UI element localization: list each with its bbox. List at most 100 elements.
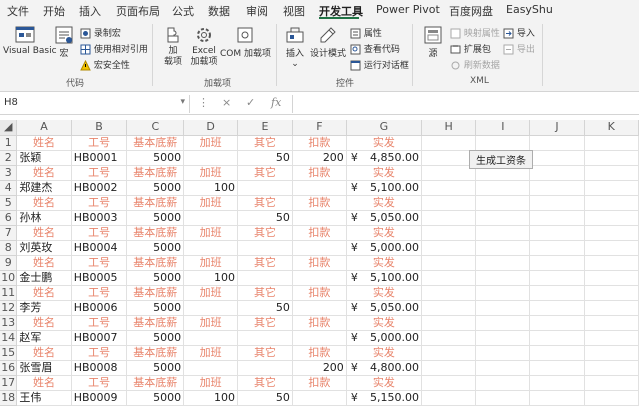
empty-cell[interactable] bbox=[529, 195, 585, 211]
empty-cell[interactable] bbox=[584, 285, 639, 301]
overtime-cell[interactable] bbox=[183, 330, 239, 346]
deduction-cell[interactable] bbox=[292, 180, 347, 196]
empty-cell[interactable] bbox=[421, 285, 477, 301]
employee-id-cell[interactable]: HB0004 bbox=[71, 240, 128, 256]
row-header[interactable]: 16 bbox=[0, 360, 18, 376]
empty-cell[interactable] bbox=[529, 165, 585, 181]
empty-cell[interactable] bbox=[475, 345, 531, 361]
row-header[interactable]: 5 bbox=[0, 195, 18, 211]
header-label-cell[interactable]: 工号 bbox=[71, 315, 128, 331]
header-label-cell[interactable]: 姓名 bbox=[16, 225, 72, 241]
header-label-cell[interactable]: 其它 bbox=[237, 345, 293, 361]
header-label-cell[interactable]: 工号 bbox=[71, 195, 128, 211]
enter-icon[interactable]: ✓ bbox=[246, 96, 255, 109]
empty-cell[interactable] bbox=[529, 330, 585, 346]
empty-cell[interactable] bbox=[584, 300, 639, 316]
chevron-down-icon[interactable]: ▾ bbox=[180, 97, 185, 107]
visual-basic-button[interactable]: Visual Basic bbox=[3, 24, 57, 56]
base-salary-cell[interactable]: 5000 bbox=[126, 270, 185, 286]
header-label-cell[interactable]: 扣款 bbox=[292, 255, 347, 271]
header-label-cell[interactable]: 实发 bbox=[346, 375, 422, 391]
overtime-cell[interactable] bbox=[183, 300, 239, 316]
empty-cell[interactable] bbox=[475, 390, 531, 406]
empty-cell[interactable] bbox=[421, 165, 477, 181]
employee-name-cell[interactable]: 王伟 bbox=[16, 390, 72, 406]
empty-cell[interactable] bbox=[475, 360, 531, 376]
header-label-cell[interactable]: 加班 bbox=[183, 285, 239, 301]
empty-cell[interactable] bbox=[421, 210, 477, 226]
empty-cell[interactable] bbox=[529, 225, 585, 241]
base-salary-cell[interactable]: 5000 bbox=[126, 360, 185, 376]
tab-easyshu[interactable]: EasyShu bbox=[506, 3, 553, 16]
employee-name-cell[interactable]: 孙林 bbox=[16, 210, 72, 226]
header-label-cell[interactable]: 加班 bbox=[183, 315, 239, 331]
excel-addins-button[interactable]: Excel 加载项 bbox=[190, 24, 218, 68]
header-label-cell[interactable]: 姓名 bbox=[16, 255, 72, 271]
row-header[interactable]: 14 bbox=[0, 330, 18, 346]
column-header-f[interactable]: F bbox=[292, 120, 347, 136]
empty-cell[interactable] bbox=[529, 285, 585, 301]
header-label-cell[interactable]: 加班 bbox=[183, 195, 239, 211]
header-label-cell[interactable]: 工号 bbox=[71, 225, 128, 241]
header-label-cell[interactable]: 加班 bbox=[183, 135, 239, 151]
header-label-cell[interactable]: 加班 bbox=[183, 255, 239, 271]
other-cell[interactable]: 50 bbox=[237, 210, 293, 226]
empty-cell[interactable] bbox=[529, 210, 585, 226]
xml-export-button[interactable]: 导出 bbox=[503, 42, 535, 55]
row-header[interactable]: 11 bbox=[0, 285, 18, 301]
deduction-cell[interactable]: 200 bbox=[292, 150, 347, 166]
header-label-cell[interactable]: 基本底薪 bbox=[126, 255, 185, 271]
header-label-cell[interactable]: 工号 bbox=[71, 375, 128, 391]
header-label-cell[interactable]: 基本底薪 bbox=[126, 195, 185, 211]
header-label-cell[interactable]: 其它 bbox=[237, 315, 293, 331]
record-macro-button[interactable]: 录制宏 bbox=[80, 26, 121, 39]
empty-cell[interactable] bbox=[529, 240, 585, 256]
run-dialog-button[interactable]: 运行对话框 bbox=[350, 58, 409, 71]
base-salary-cell[interactable]: 5000 bbox=[126, 180, 185, 196]
overtime-cell[interactable] bbox=[183, 150, 239, 166]
map-properties-button[interactable]: 映射属性 bbox=[450, 26, 500, 39]
row-header[interactable]: 12 bbox=[0, 300, 18, 316]
header-label-cell[interactable]: 工号 bbox=[71, 285, 128, 301]
empty-cell[interactable] bbox=[529, 270, 585, 286]
base-salary-cell[interactable]: 5000 bbox=[126, 210, 185, 226]
row-header[interactable]: 15 bbox=[0, 345, 18, 361]
header-label-cell[interactable]: 基本底薪 bbox=[126, 315, 185, 331]
header-label-cell[interactable]: 其它 bbox=[237, 255, 293, 271]
empty-cell[interactable] bbox=[421, 255, 477, 271]
header-label-cell[interactable]: 扣款 bbox=[292, 195, 347, 211]
empty-cell[interactable] bbox=[584, 135, 639, 151]
row-header[interactable]: 18 bbox=[0, 390, 18, 406]
row-header[interactable]: 3 bbox=[0, 165, 18, 181]
header-label-cell[interactable]: 扣款 bbox=[292, 345, 347, 361]
header-label-cell[interactable]: 姓名 bbox=[16, 195, 72, 211]
empty-cell[interactable] bbox=[421, 360, 477, 376]
overtime-cell[interactable]: 100 bbox=[183, 390, 239, 406]
header-label-cell[interactable]: 其它 bbox=[237, 375, 293, 391]
employee-name-cell[interactable]: 张雪眉 bbox=[16, 360, 72, 376]
row-header[interactable]: 2 bbox=[0, 150, 18, 166]
formula-input[interactable] bbox=[292, 95, 639, 113]
header-label-cell[interactable]: 姓名 bbox=[16, 135, 72, 151]
header-label-cell[interactable]: 扣款 bbox=[292, 315, 347, 331]
empty-cell[interactable] bbox=[475, 135, 531, 151]
empty-cell[interactable] bbox=[421, 240, 477, 256]
header-label-cell[interactable]: 实发 bbox=[346, 225, 422, 241]
relative-refs-button[interactable]: 使用相对引用 bbox=[80, 42, 148, 55]
empty-cell[interactable] bbox=[475, 255, 531, 271]
net-pay-cell[interactable]: ¥5,100.00 bbox=[346, 270, 422, 286]
employee-id-cell[interactable]: HB0006 bbox=[71, 300, 128, 316]
base-salary-cell[interactable]: 5000 bbox=[126, 150, 185, 166]
empty-cell[interactable] bbox=[529, 375, 585, 391]
empty-cell[interactable] bbox=[421, 300, 477, 316]
tab-insert[interactable]: 插入 bbox=[79, 3, 101, 19]
header-label-cell[interactable]: 工号 bbox=[71, 165, 128, 181]
header-label-cell[interactable]: 其它 bbox=[237, 285, 293, 301]
tab-file[interactable]: 文件 bbox=[7, 3, 29, 19]
empty-cell[interactable] bbox=[584, 195, 639, 211]
other-cell[interactable] bbox=[237, 330, 293, 346]
header-label-cell[interactable]: 姓名 bbox=[16, 345, 72, 361]
header-label-cell[interactable]: 扣款 bbox=[292, 225, 347, 241]
employee-name-cell[interactable]: 金士鹏 bbox=[16, 270, 72, 286]
empty-cell[interactable] bbox=[529, 150, 585, 166]
